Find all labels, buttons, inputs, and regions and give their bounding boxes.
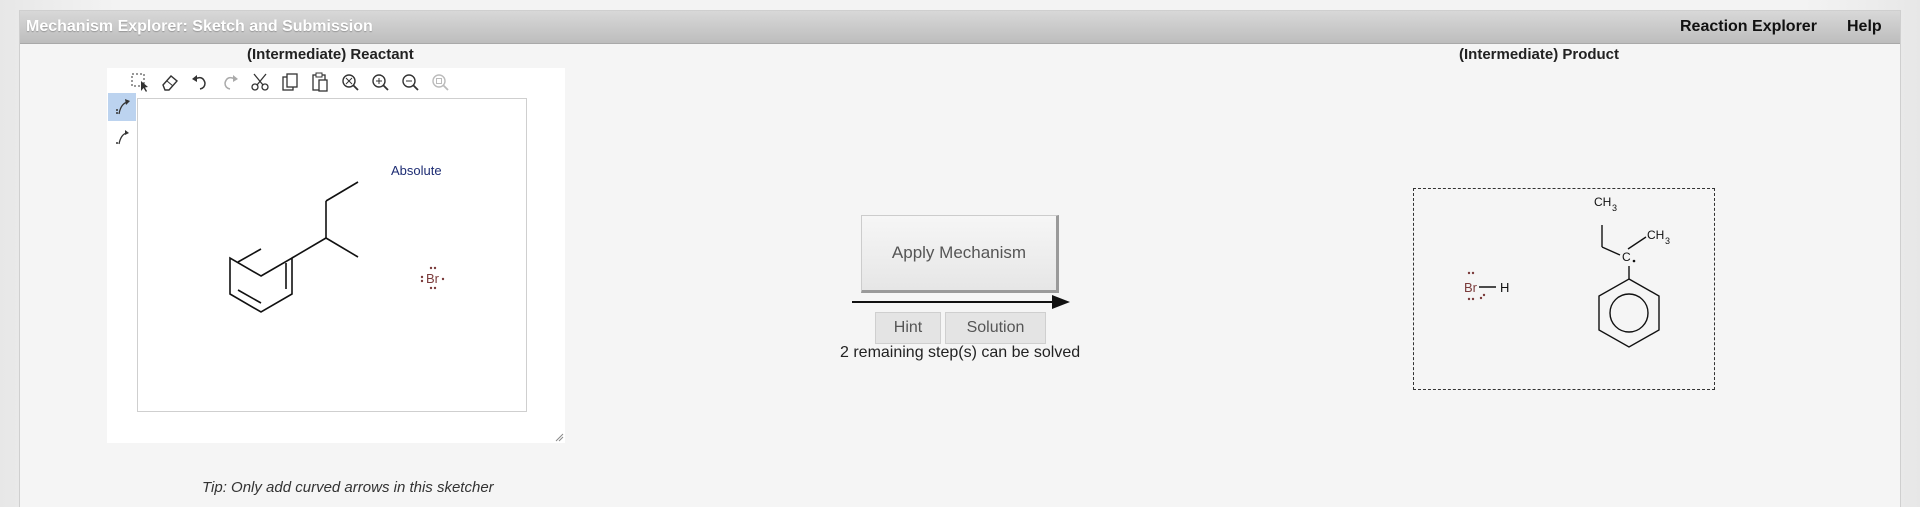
paste-icon[interactable] — [309, 71, 331, 93]
eraser-icon[interactable] — [159, 71, 181, 93]
title-bar: Mechanism Explorer: Sketch and Submissio… — [20, 11, 1900, 44]
remaining-steps-status: 2 remaining step(s) can be solved — [840, 344, 1081, 361]
help-link[interactable]: Help — [1847, 18, 1882, 36]
reactant-molecule: Br — [229, 181, 445, 313]
cut-icon[interactable] — [249, 71, 271, 93]
copy-icon[interactable] — [279, 71, 301, 93]
hbr-hydrogen-label: H — [1500, 280, 1509, 295]
zoom-out-icon[interactable] — [399, 71, 421, 93]
redo-icon[interactable] — [219, 71, 241, 93]
radical-carbon-label: C — [1622, 250, 1631, 264]
reaction-explorer-link[interactable]: Reaction Explorer — [1680, 18, 1817, 36]
reaction-arrow-icon — [852, 295, 1070, 309]
solution-button[interactable]: Solution — [945, 312, 1046, 344]
sketcher-toolbar — [109, 70, 469, 94]
hbr-bromine-label: Br — [1464, 280, 1478, 295]
ch3-top-label: CH — [1594, 195, 1611, 209]
undo-icon[interactable] — [189, 71, 211, 93]
product-molecule: Br H CH 3 CH 3 C — [1464, 195, 1670, 348]
reactant-sketcher: Absolute Br — [107, 68, 565, 443]
reactant-heading: (Intermediate) Reactant — [247, 46, 414, 63]
ch3-top-subscript: 3 — [1612, 203, 1617, 213]
sketcher-side-tools — [107, 93, 137, 163]
single-electron-arrow-icon[interactable] — [108, 123, 136, 151]
select-lasso-icon[interactable] — [129, 71, 151, 93]
sketch-canvas[interactable]: Absolute Br — [137, 98, 527, 412]
clear-icon[interactable] — [339, 71, 361, 93]
app-title: Mechanism Explorer: Sketch and Submissio… — [26, 18, 373, 35]
apply-mechanism-button[interactable]: Apply Mechanism — [861, 215, 1059, 293]
electron-pair-arrow-icon[interactable] — [108, 93, 136, 121]
hint-button[interactable]: Hint — [875, 312, 941, 344]
zoom-in-icon[interactable] — [369, 71, 391, 93]
sketcher-tip: Tip: Only add curved arrows in this sket… — [202, 479, 494, 496]
zoom-reset-icon[interactable] — [429, 71, 451, 93]
product-heading: (Intermediate) Product — [1459, 46, 1620, 63]
ch3-right-label: CH — [1647, 228, 1664, 242]
product-display: Br H CH 3 CH 3 C — [1413, 188, 1715, 390]
bromide-label: Br — [426, 271, 440, 286]
ch3-right-subscript: 3 — [1665, 236, 1670, 246]
resize-grip-icon[interactable] — [554, 432, 564, 442]
